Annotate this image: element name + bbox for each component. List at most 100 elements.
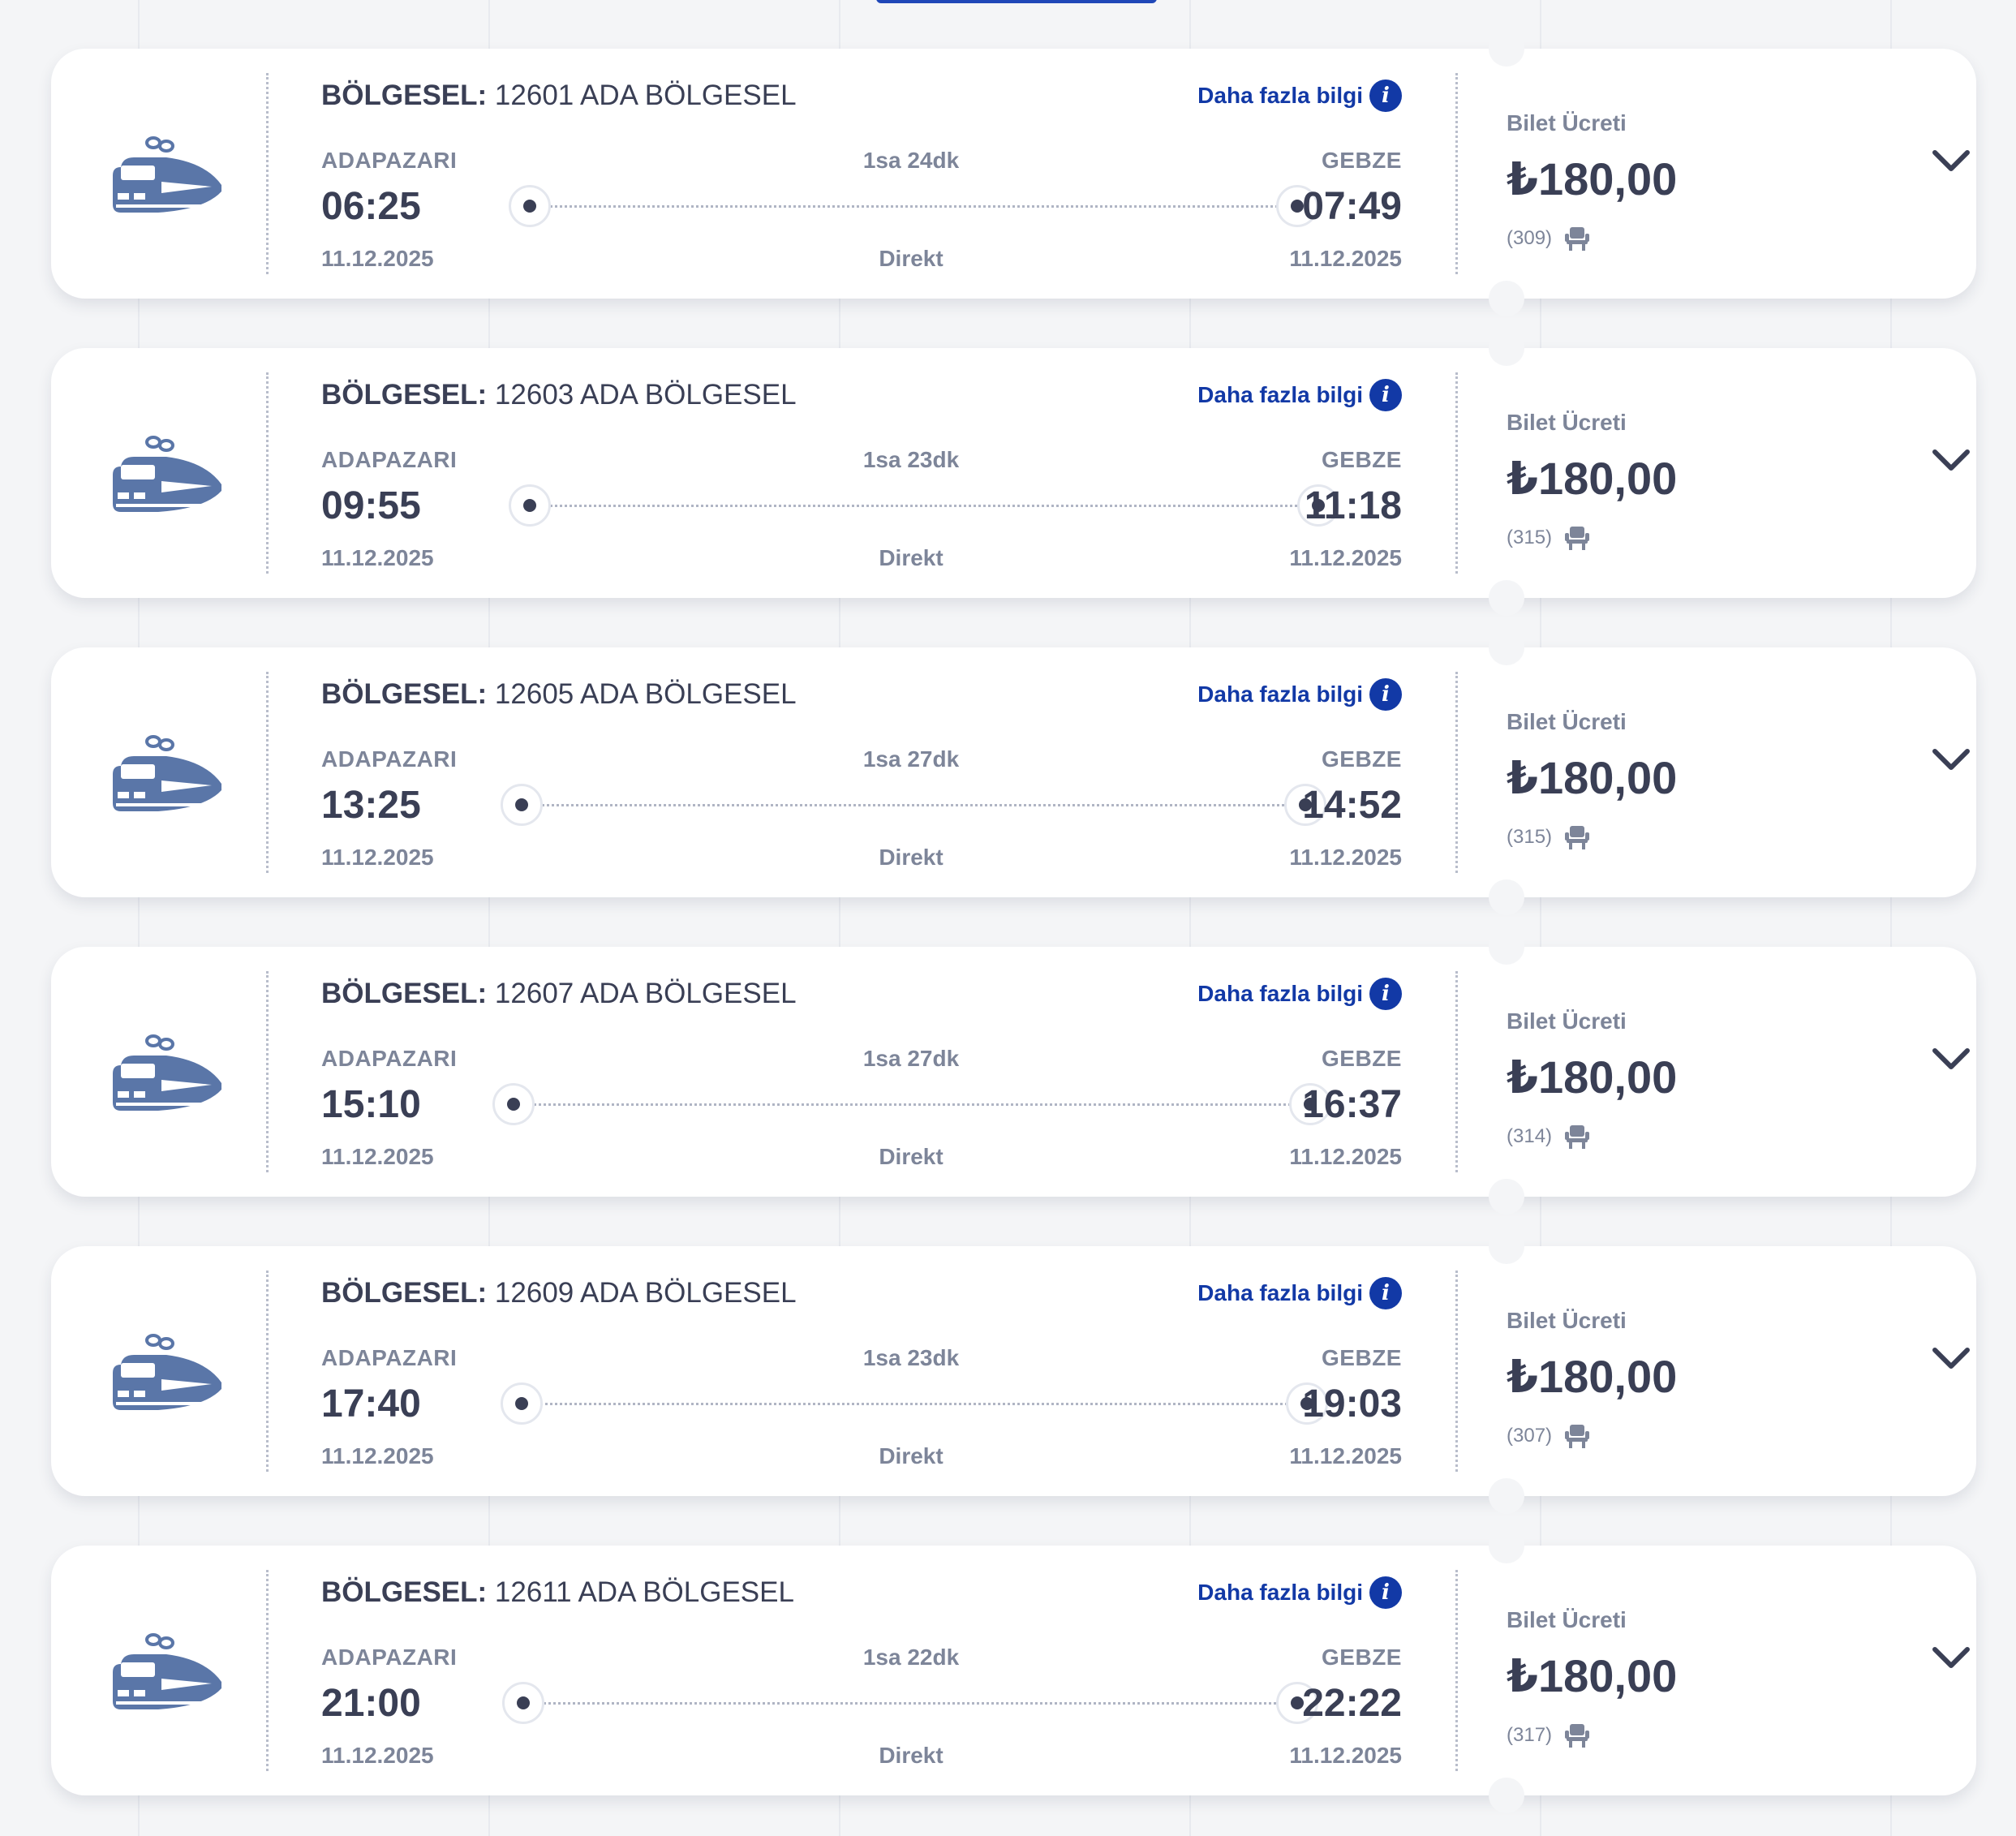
departure-date: 11.12.2025 bbox=[321, 246, 434, 271]
info-icon[interactable]: i bbox=[1369, 379, 1402, 411]
card-divider bbox=[1455, 672, 1458, 873]
arrival-time: 22:22 bbox=[1302, 1682, 1402, 1725]
price-label: Bilet Ücreti bbox=[1507, 110, 1627, 135]
more-info-link[interactable]: Daha fazla bilgi i bbox=[1197, 1277, 1402, 1309]
ticket-notch bbox=[1489, 31, 1524, 67]
departure-marker-icon bbox=[492, 1083, 535, 1125]
card-divider bbox=[1455, 1570, 1458, 1771]
departure-marker-icon bbox=[509, 484, 551, 527]
route-line bbox=[514, 1103, 1310, 1106]
departure-marker-icon bbox=[501, 784, 543, 826]
train-name-label: 12607 ADA BÖLGESEL bbox=[494, 978, 797, 1009]
departure-station: ADAPAZARI bbox=[321, 447, 458, 472]
train-icon bbox=[113, 1633, 221, 1709]
seat-count: (309) bbox=[1507, 227, 1553, 249]
train-type-label: BÖLGESEL: bbox=[321, 1277, 488, 1309]
train-icon bbox=[113, 1034, 221, 1111]
more-info-link[interactable]: Daha fazla bilgi i bbox=[1197, 978, 1402, 1010]
trip-card[interactable]: BÖLGESEL: 12609 ADA BÖLGESEL Daha fazla … bbox=[51, 1228, 1976, 1514]
departure-station: ADAPAZARI bbox=[321, 746, 458, 772]
arrival-station: GEBZE bbox=[1322, 1046, 1402, 1071]
stop-type: Direkt bbox=[879, 1144, 944, 1169]
departure-date: 11.12.2025 bbox=[321, 845, 434, 870]
ticket-notch bbox=[1489, 1778, 1524, 1813]
train-type-label: BÖLGESEL: bbox=[321, 978, 488, 1009]
departure-time: 17:40 bbox=[321, 1382, 421, 1425]
arrival-time: 16:37 bbox=[1302, 1083, 1402, 1126]
train-type-label: BÖLGESEL: bbox=[321, 80, 488, 111]
trip-duration: 1sa 22dk bbox=[862, 1645, 960, 1670]
ticket-notch bbox=[1489, 630, 1524, 665]
chevron-down-icon[interactable] bbox=[1928, 1342, 1974, 1374]
departure-station: ADAPAZARI bbox=[321, 1645, 458, 1670]
more-info-link[interactable]: Daha fazla bilgi i bbox=[1197, 80, 1402, 112]
route-line bbox=[523, 1702, 1297, 1705]
trip-card[interactable]: BÖLGESEL: 12607 ADA BÖLGESEL Daha fazla … bbox=[51, 929, 1976, 1215]
more-info-label: Daha fazla bilgi bbox=[1197, 83, 1363, 108]
train-icon bbox=[113, 136, 221, 213]
chevron-down-icon[interactable] bbox=[1928, 444, 1974, 476]
info-icon[interactable]: i bbox=[1369, 678, 1402, 711]
stop-type: Direkt bbox=[879, 545, 944, 570]
train-icon bbox=[113, 1334, 221, 1410]
trip-card[interactable]: BÖLGESEL: 12611 ADA BÖLGESEL Daha fazla … bbox=[51, 1528, 1976, 1813]
info-icon[interactable]: i bbox=[1369, 80, 1402, 112]
stop-type: Direkt bbox=[879, 1743, 944, 1768]
chevron-down-icon[interactable] bbox=[1928, 1043, 1974, 1075]
active-tab-indicator bbox=[876, 0, 1157, 3]
trip-card[interactable]: BÖLGESEL: 12605 ADA BÖLGESEL Daha fazla … bbox=[51, 630, 1976, 915]
arrival-date: 11.12.2025 bbox=[1289, 1443, 1402, 1468]
trip-duration: 1sa 23dk bbox=[862, 1345, 960, 1370]
chevron-down-icon[interactable] bbox=[1928, 144, 1974, 177]
chevron-down-icon[interactable] bbox=[1928, 743, 1974, 776]
info-icon[interactable]: i bbox=[1369, 1277, 1402, 1309]
ticket-notch bbox=[1489, 330, 1524, 366]
arrival-date: 11.12.2025 bbox=[1289, 1743, 1402, 1768]
arrival-time: 14:52 bbox=[1302, 784, 1402, 827]
seat-icon bbox=[1565, 227, 1590, 251]
ticket-notch bbox=[1489, 1478, 1524, 1514]
chevron-down-icon[interactable] bbox=[1928, 1641, 1974, 1674]
card-divider bbox=[266, 372, 269, 574]
arrival-time: 19:03 bbox=[1302, 1382, 1402, 1425]
trip-duration: 1sa 27dk bbox=[862, 1046, 960, 1071]
more-info-link[interactable]: Daha fazla bilgi i bbox=[1197, 678, 1402, 711]
seat-availability: (314) bbox=[1507, 1124, 1591, 1150]
train-name-label: 12611 ADA BÖLGESEL bbox=[494, 1576, 794, 1608]
more-info-link[interactable]: Daha fazla bilgi i bbox=[1197, 1576, 1402, 1609]
train-icon bbox=[113, 735, 221, 811]
route-line bbox=[522, 804, 1305, 806]
seat-availability: (315) bbox=[1507, 525, 1591, 551]
arrival-station: GEBZE bbox=[1322, 746, 1402, 772]
seat-icon bbox=[1565, 527, 1590, 550]
info-icon[interactable]: i bbox=[1369, 978, 1402, 1010]
ticket-price: ₺180,00 bbox=[1507, 752, 1678, 803]
seat-count: (314) bbox=[1507, 1125, 1553, 1147]
ticket-price: ₺180,00 bbox=[1507, 1650, 1678, 1701]
train-name-label: 12605 ADA BÖLGESEL bbox=[494, 678, 797, 710]
card-divider bbox=[1455, 372, 1458, 574]
train-title: BÖLGESEL: 12605 ADA BÖLGESEL bbox=[321, 678, 797, 711]
more-info-label: Daha fazla bilgi bbox=[1197, 682, 1363, 707]
card-divider bbox=[266, 971, 269, 1172]
trip-card[interactable]: BÖLGESEL: 12603 ADA BÖLGESEL Daha fazla … bbox=[51, 330, 1976, 616]
ticket-notch bbox=[1489, 580, 1524, 616]
train-title: BÖLGESEL: 12603 ADA BÖLGESEL bbox=[321, 379, 797, 411]
departure-date: 11.12.2025 bbox=[321, 1443, 434, 1468]
seat-count: (315) bbox=[1507, 527, 1553, 548]
card-divider bbox=[1455, 971, 1458, 1172]
train-name-label: 12603 ADA BÖLGESEL bbox=[494, 379, 797, 411]
arrival-date: 11.12.2025 bbox=[1289, 845, 1402, 870]
seat-count: (317) bbox=[1507, 1724, 1553, 1746]
ticket-price: ₺180,00 bbox=[1507, 153, 1678, 204]
departure-time: 09:55 bbox=[321, 484, 421, 527]
more-info-link[interactable]: Daha fazla bilgi i bbox=[1197, 379, 1402, 411]
ticket-notch bbox=[1489, 1528, 1524, 1563]
info-icon[interactable]: i bbox=[1369, 1576, 1402, 1609]
trip-duration: 1sa 23dk bbox=[862, 447, 960, 472]
arrival-time: 11:18 bbox=[1304, 484, 1402, 527]
card-divider bbox=[1455, 1271, 1458, 1472]
departure-date: 11.12.2025 bbox=[321, 545, 434, 570]
departure-station: ADAPAZARI bbox=[321, 1046, 458, 1071]
trip-card[interactable]: BÖLGESEL: 12601 ADA BÖLGESEL Daha fazla … bbox=[51, 31, 1976, 316]
